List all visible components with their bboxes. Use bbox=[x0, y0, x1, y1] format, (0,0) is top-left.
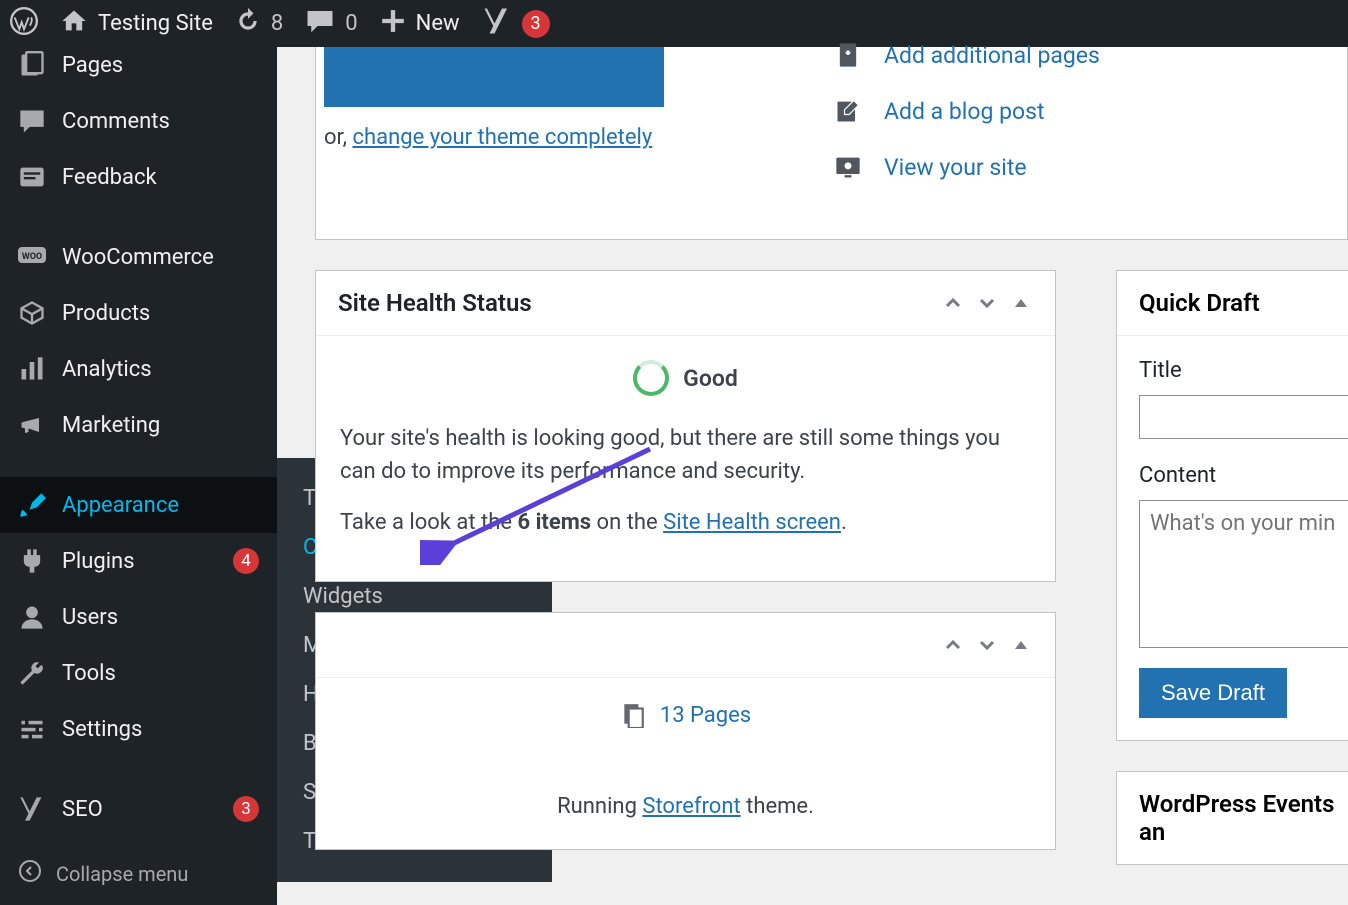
change-theme-link[interactable]: change your theme completely bbox=[352, 125, 652, 150]
sidebar-item-tools[interactable]: Tools bbox=[0, 645, 277, 701]
plugins-badge: 4 bbox=[233, 548, 259, 574]
panel-down-icon[interactable] bbox=[975, 291, 999, 315]
comment-icon bbox=[305, 8, 335, 39]
sidebar-item-woocommerce[interactable]: WOO WooCommerce bbox=[0, 229, 277, 285]
at-a-glance-panel: 13 Pages Running Storefront theme. bbox=[315, 612, 1056, 850]
write-blog-icon bbox=[834, 97, 862, 125]
main-content: or, change your theme completely Add add… bbox=[277, 47, 1348, 865]
customize-site-button[interactable] bbox=[324, 47, 664, 107]
panel-toggle-icon[interactable] bbox=[1009, 291, 1033, 315]
sidebar-item-plugins[interactable]: Plugins 4 bbox=[0, 533, 277, 589]
svg-text:WOO: WOO bbox=[22, 252, 42, 262]
theme-link[interactable]: Storefront bbox=[642, 794, 740, 819]
view-site-link[interactable]: View your site bbox=[884, 154, 1027, 181]
updates-count: 8 bbox=[271, 11, 283, 36]
panel-up-icon[interactable] bbox=[941, 633, 965, 657]
sidebar-item-analytics[interactable]: Analytics bbox=[0, 341, 277, 397]
plus-icon bbox=[380, 8, 406, 39]
view-site-icon bbox=[834, 153, 862, 181]
user-icon bbox=[18, 603, 46, 631]
site-health-panel: Site Health Status Good Your site's heal… bbox=[315, 270, 1056, 582]
quick-draft-panel: Quick Draft Title Content Save Draft bbox=[1116, 270, 1348, 741]
woocommerce-icon: WOO bbox=[18, 243, 46, 271]
draft-title-input[interactable] bbox=[1139, 395, 1348, 439]
site-home-link[interactable]: Testing Site bbox=[60, 7, 213, 40]
add-page-icon bbox=[834, 41, 862, 69]
new-content-link[interactable]: New bbox=[380, 8, 460, 39]
save-draft-button[interactable]: Save Draft bbox=[1139, 668, 1287, 718]
pages-icon bbox=[620, 702, 646, 728]
site-health-link[interactable]: Site Health screen bbox=[663, 510, 841, 535]
at-a-glance-title bbox=[338, 631, 344, 659]
add-blog-post-link[interactable]: Add a blog post bbox=[884, 98, 1045, 125]
feedback-icon bbox=[18, 163, 46, 191]
health-status-circle-icon bbox=[633, 360, 669, 396]
new-label: New bbox=[416, 11, 460, 36]
sidebar-item-pages[interactable]: Pages bbox=[0, 47, 277, 93]
megaphone-icon bbox=[18, 411, 46, 439]
sidebar-item-appearance[interactable]: Appearance bbox=[0, 477, 277, 533]
panel-down-icon[interactable] bbox=[975, 633, 999, 657]
wrench-icon bbox=[18, 659, 46, 687]
analytics-icon bbox=[18, 355, 46, 383]
seo-badge: 3 bbox=[233, 796, 259, 822]
brush-icon bbox=[18, 491, 46, 519]
draft-title-label: Title bbox=[1139, 358, 1348, 383]
site-title: Testing Site bbox=[98, 11, 213, 36]
sidebar-item-seo[interactable]: SEO 3 bbox=[0, 781, 277, 837]
settings-icon bbox=[18, 715, 46, 743]
products-icon bbox=[18, 299, 46, 327]
plugins-icon bbox=[18, 547, 46, 575]
site-health-title: Site Health Status bbox=[338, 289, 532, 317]
health-status-text: Good bbox=[683, 365, 738, 392]
add-pages-link[interactable]: Add additional pages bbox=[884, 42, 1100, 69]
sidebar-item-products[interactable]: Products bbox=[0, 285, 277, 341]
quick-draft-header: Quick Draft bbox=[1117, 271, 1348, 336]
events-panel: WordPress Events an bbox=[1116, 771, 1348, 865]
admin-bar: Testing Site 8 0 New 3 bbox=[0, 0, 1348, 47]
welcome-panel: or, change your theme completely Add add… bbox=[315, 47, 1348, 240]
pages-count-link[interactable]: 13 Pages bbox=[660, 703, 751, 728]
draft-content-label: Content bbox=[1139, 463, 1348, 488]
yoast-badge: 3 bbox=[522, 10, 550, 38]
panel-up-icon[interactable] bbox=[941, 291, 965, 315]
comment-icon bbox=[18, 107, 46, 135]
comments-count: 0 bbox=[345, 11, 357, 36]
collapse-icon bbox=[18, 859, 42, 888]
home-icon bbox=[60, 7, 88, 40]
health-items-row: Take a look at the 6 items on the Site H… bbox=[340, 506, 1031, 539]
yoast-icon bbox=[482, 6, 512, 41]
draft-content-textarea[interactable] bbox=[1139, 500, 1348, 648]
health-description: Your site's health is looking good, but … bbox=[340, 422, 1031, 488]
sidebar-item-feedback[interactable]: Feedback bbox=[0, 149, 277, 205]
events-header: WordPress Events an bbox=[1117, 772, 1348, 864]
change-theme-row: or, change your theme completely bbox=[324, 125, 664, 150]
wordpress-logo-icon bbox=[10, 7, 38, 40]
collapse-menu[interactable]: Collapse menu bbox=[0, 847, 277, 900]
yoast-icon bbox=[18, 795, 46, 823]
sidebar-item-settings[interactable]: Settings bbox=[0, 701, 277, 757]
sidebar-item-comments[interactable]: Comments bbox=[0, 93, 277, 149]
admin-sidebar: Pages Comments Feedback WOO WooCommerce … bbox=[0, 47, 277, 905]
comments-link[interactable]: 0 bbox=[305, 8, 357, 39]
sidebar-item-users[interactable]: Users bbox=[0, 589, 277, 645]
pages-icon bbox=[18, 51, 46, 79]
yoast-seo-link[interactable]: 3 bbox=[482, 6, 550, 41]
wp-logo[interactable] bbox=[10, 7, 38, 40]
sidebar-item-marketing[interactable]: Marketing bbox=[0, 397, 277, 453]
refresh-icon bbox=[235, 8, 261, 39]
updates-link[interactable]: 8 bbox=[235, 8, 283, 39]
panel-toggle-icon[interactable] bbox=[1009, 633, 1033, 657]
